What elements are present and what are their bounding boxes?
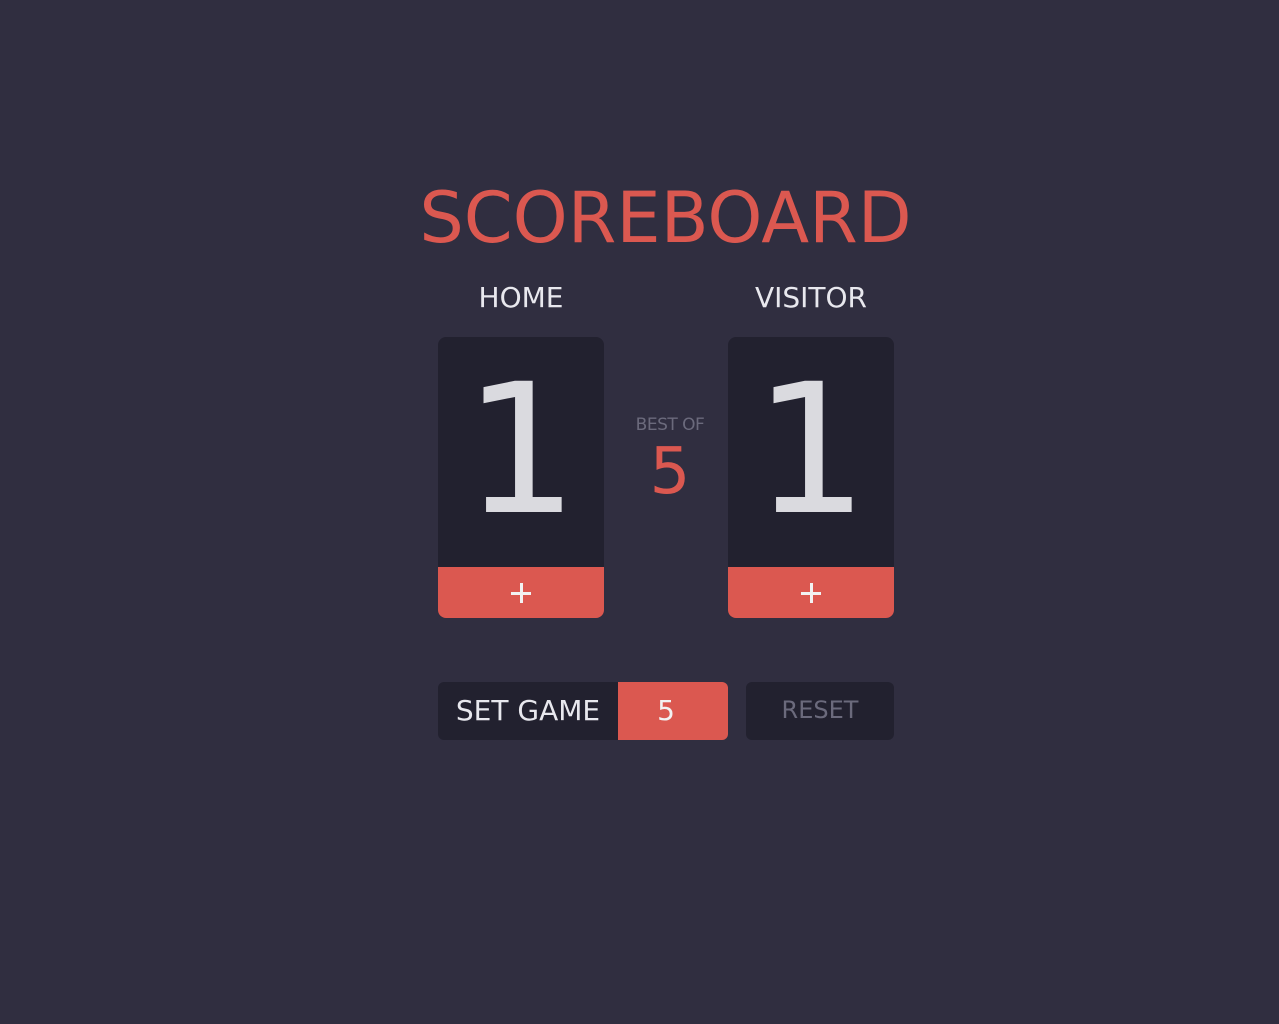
home-score: 1 [463,346,579,555]
home-team-label: HOME [478,281,564,314]
set-game-button[interactable]: SET GAME 5 [438,682,728,740]
scoreboard-app: SCOREBOARD HOME VISITOR 1 1 BEST OF 5 SE… [0,0,1279,1024]
visitor-team-label: VISITOR [754,281,868,314]
home-add-point-button[interactable] [438,567,604,618]
plus-icon [511,582,531,603]
set-game-label: SET GAME [438,682,618,740]
plus-icon [801,582,821,603]
best-of-value: 5 [649,435,691,509]
set-game-value: 5 [618,682,728,740]
reset-button[interactable]: RESET [746,682,894,740]
visitor-score: 1 [753,346,869,555]
visitor-add-point-button[interactable] [728,567,894,618]
best-of-label: BEST OF [635,415,705,435]
page-title: SCOREBOARD [419,177,912,259]
